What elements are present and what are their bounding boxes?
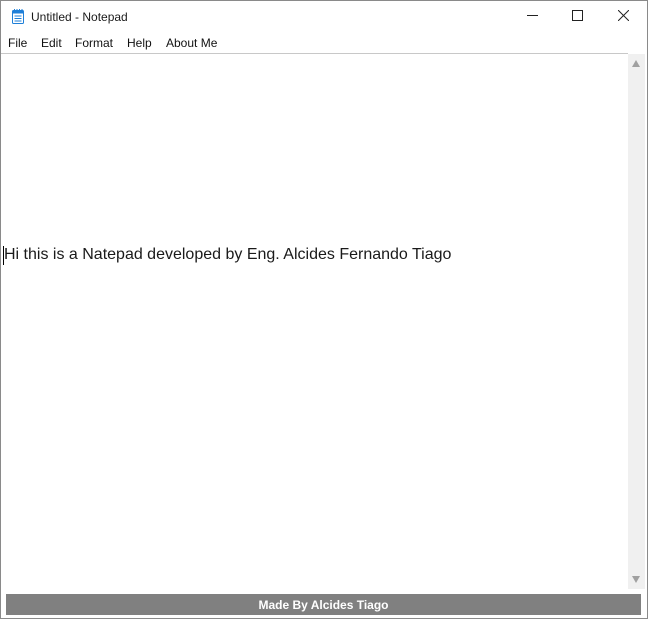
scroll-up-arrow-icon[interactable]: [632, 60, 640, 67]
menu-about-me[interactable]: About Me: [166, 35, 217, 51]
maximize-icon: [571, 8, 583, 26]
menu-bar: File Edit Format Help About Me: [1, 33, 647, 53]
title-bar[interactable]: Untitled - Notepad: [1, 1, 647, 33]
minimize-icon: [526, 8, 538, 26]
minimize-button[interactable]: [509, 1, 555, 33]
notepad-window: Untitled - Notepad File Edit Format Help…: [0, 0, 648, 619]
scroll-down-arrow-icon[interactable]: [632, 576, 640, 583]
menu-help[interactable]: Help: [127, 35, 152, 51]
menu-edit[interactable]: Edit: [41, 35, 62, 51]
status-text: Made By Alcides Tiago: [258, 597, 389, 612]
close-icon: [617, 8, 629, 26]
close-button[interactable]: [600, 1, 646, 33]
editor-content[interactable]: Hi this is a Natepad developed by Eng. A…: [4, 245, 451, 265]
menu-file[interactable]: File: [8, 35, 27, 51]
notepad-icon: [12, 9, 24, 24]
window-title: Untitled - Notepad: [31, 10, 128, 24]
text-editor[interactable]: Hi this is a Natepad developed by Eng. A…: [1, 53, 628, 591]
status-bar: Made By Alcides Tiago: [6, 594, 641, 615]
vertical-scrollbar[interactable]: [628, 54, 645, 589]
maximize-button[interactable]: [554, 1, 600, 33]
menu-format[interactable]: Format: [75, 35, 113, 51]
